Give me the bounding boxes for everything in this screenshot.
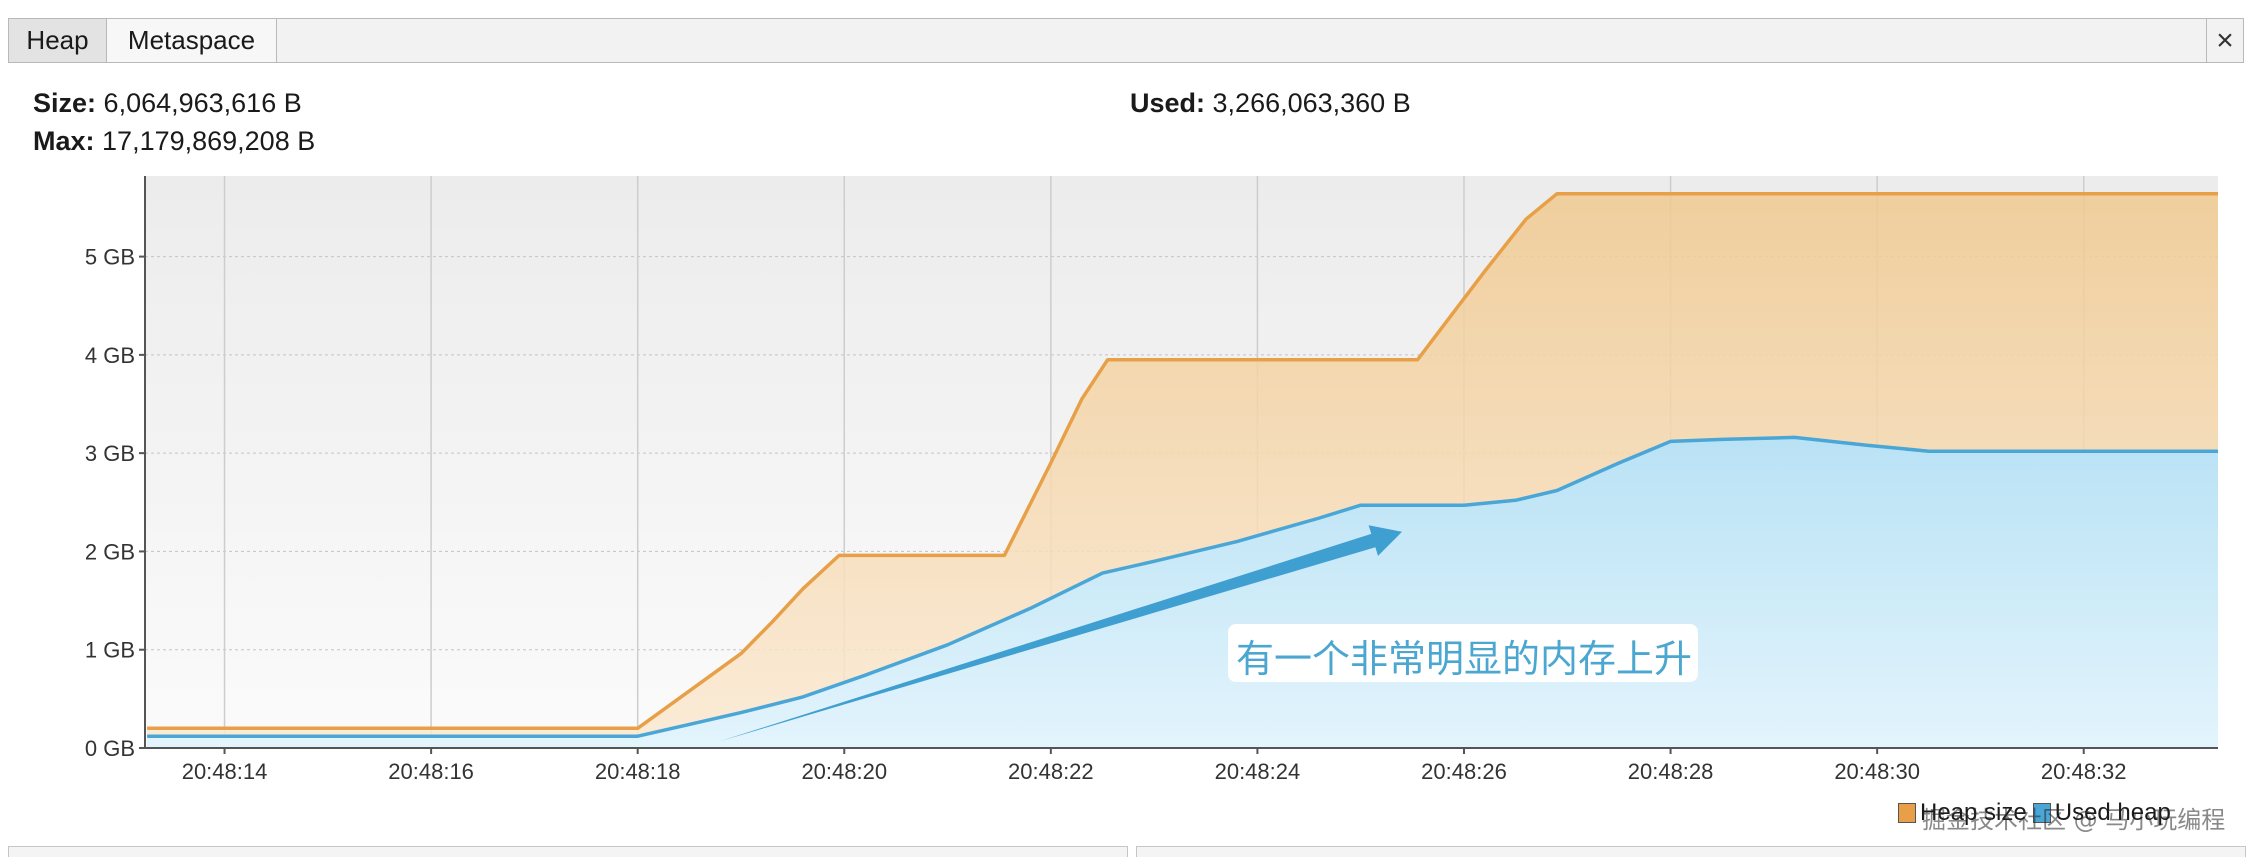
x-tick-label: 20:48:32 xyxy=(2041,759,2127,784)
x-tick-label: 20:48:16 xyxy=(388,759,474,784)
x-tick-label: 20:48:28 xyxy=(1628,759,1714,784)
y-tick-label: 1 GB xyxy=(85,638,135,663)
y-tick-label: 2 GB xyxy=(85,539,135,564)
x-tick-label: 20:48:18 xyxy=(595,759,681,784)
x-tick-label: 20:48:30 xyxy=(1834,759,1920,784)
y-tick-label: 0 GB xyxy=(85,736,135,761)
heap-size-swatch xyxy=(1898,803,1916,823)
x-axis-labels: 20:48:14 20:48:16 20:48:18 20:48:20 20:48:22… xyxy=(182,748,2127,784)
annotation-text: 有一个非常明显的内存上升 xyxy=(1236,637,1693,681)
x-tick-label: 20:48:26 xyxy=(1421,759,1507,784)
heap-chart: 0 GB1 GB2 GB3 GB4 GB5 GB 20:48:14 20:48:1… xyxy=(85,176,2218,784)
y-tick-label: 3 GB xyxy=(85,441,135,466)
x-tick-label: 20:48:14 xyxy=(182,759,268,784)
x-tick-label: 20:48:24 xyxy=(1215,759,1301,784)
x-tick-label: 20:48:22 xyxy=(1008,759,1094,784)
watermark: 掘金技术社区 @ 马小玩编程 xyxy=(1922,806,2226,834)
y-tick-label: 5 GB xyxy=(85,245,135,270)
x-tick-label: 20:48:20 xyxy=(801,759,887,784)
y-tick-label: 4 GB xyxy=(85,343,135,368)
y-axis-labels: 0 GB 1 GB 2 GB 3 GB 4 GB 5 GB xyxy=(85,245,145,761)
